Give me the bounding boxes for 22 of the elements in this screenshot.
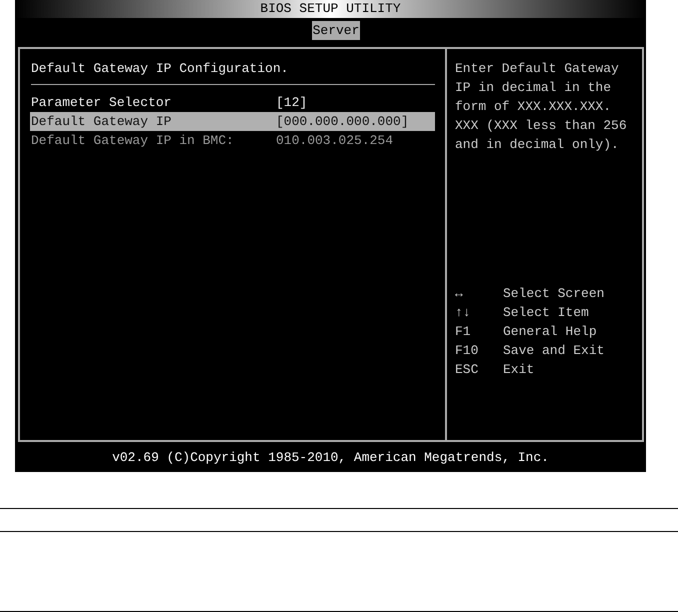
setting-value: [000.000.000.000] [276, 113, 409, 131]
key-action: General Help [503, 323, 597, 341]
key-label: F1 [455, 323, 472, 341]
key-label: ↑↓ [455, 304, 472, 322]
tab[interactable]: Server [312, 21, 360, 40]
setting-label: Parameter Selector [31, 94, 172, 112]
help-text: Enter Default Gateway IP in decimal in the form of XXX.XXX.XXX. XXX (XXX less than 256 and in decimal only). [455, 60, 628, 154]
key-action: Select Screen [503, 285, 604, 303]
highlighted-row[interactable]: Default Gateway IP [000.000.000.000] [30, 112, 435, 131]
key-action: Exit [503, 361, 534, 379]
setting-label: Default Gateway IP [31, 113, 172, 131]
key-label: ↔ [455, 285, 464, 303]
key-label: ESC [455, 361, 480, 379]
copyright-text: v02.69 (C)Copyright 1985-2010, American Megatrends, Inc. [112, 450, 549, 464]
key-label: F10 [455, 342, 480, 360]
setting-value: 010.003.025.254 [276, 132, 394, 150]
setting-value: [12] [276, 94, 308, 112]
setting-label: Default Gateway IP in BMC: [31, 132, 235, 150]
key-action: Save and Exit [503, 342, 604, 360]
section-title: Default Gateway IP Configuration. [31, 60, 290, 78]
window-title: BIOS SETUP UTILITY [260, 1, 401, 17]
key-action: Select Item [503, 304, 589, 322]
